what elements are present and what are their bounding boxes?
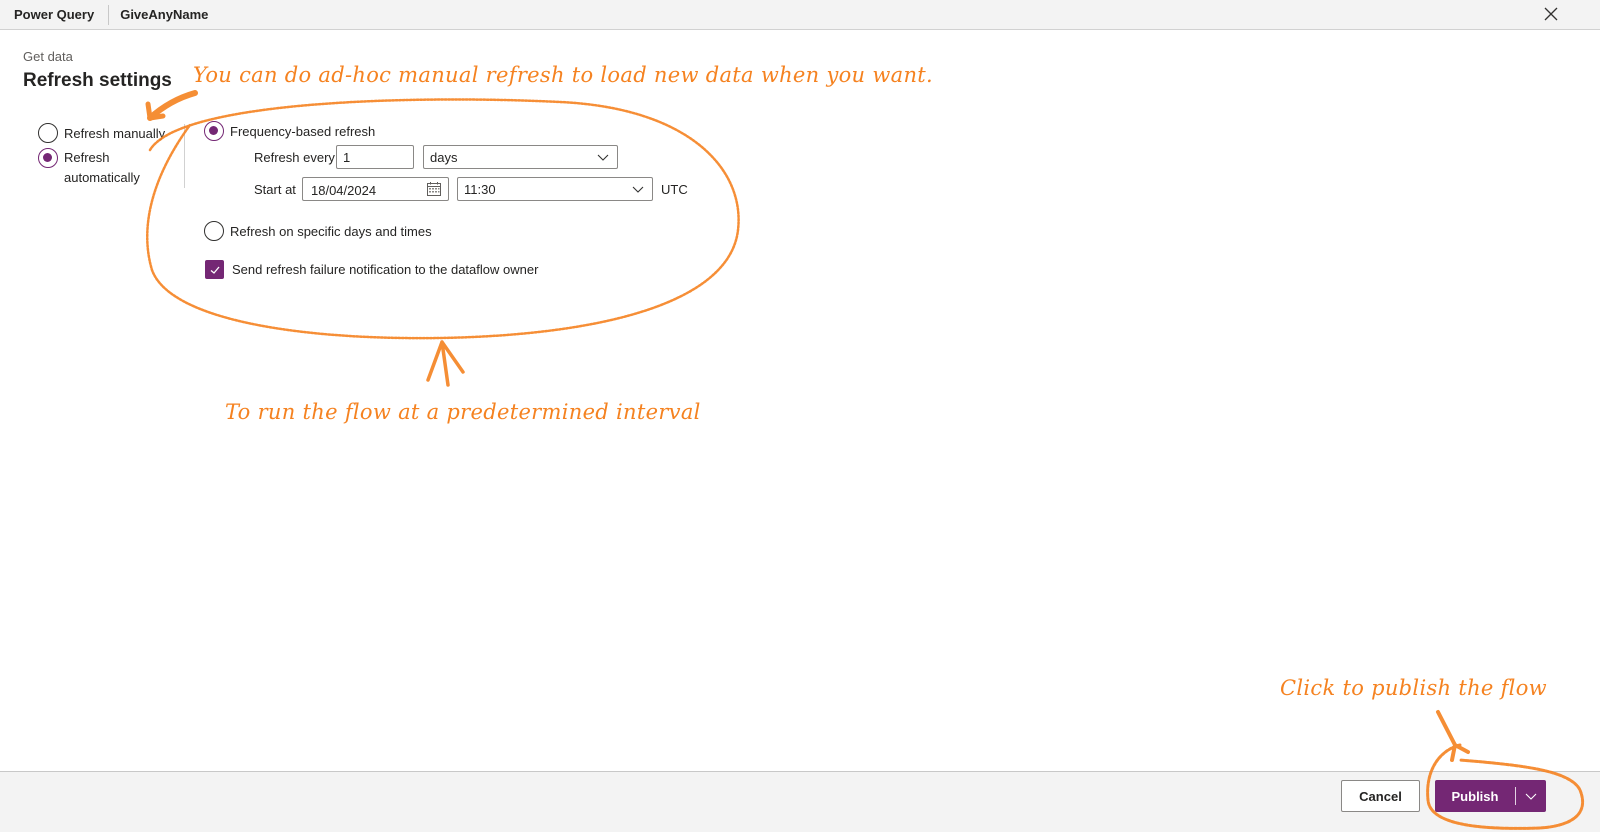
annotation-arrow-manual — [147, 90, 198, 121]
cancel-button[interactable]: Cancel — [1341, 780, 1420, 812]
document-name[interactable]: GiveAnyName — [109, 7, 208, 22]
refresh-automatically-radio[interactable] — [38, 148, 58, 168]
start-time-dropdown[interactable]: 11:30 — [457, 177, 653, 201]
timezone-label: UTC — [661, 181, 688, 197]
start-date-input[interactable]: 18/04/2024 — [302, 177, 449, 201]
refresh-every-value: 1 — [343, 149, 351, 165]
chevron-down-icon — [597, 151, 609, 163]
breadcrumb: Get data — [23, 49, 73, 64]
specific-days-option[interactable]: Refresh on specific days and times — [204, 221, 432, 241]
specific-days-label: Refresh on specific days and times — [230, 223, 432, 239]
vertical-divider — [184, 124, 185, 188]
chevron-down-icon — [632, 183, 644, 195]
start-at-row: Start at 18/04/2024 11:30 UTC — [254, 177, 688, 201]
failure-notification-label: Send refresh failure notification to the… — [232, 262, 539, 277]
frequency-based-label: Frequency-based refresh — [230, 123, 376, 139]
refresh-every-row: Refresh every 1 days — [254, 145, 618, 169]
app-name: Power Query — [14, 7, 95, 22]
annotation-arrow-publish — [1436, 710, 1470, 762]
annotation-manual-note: You can do ad-hoc manual refresh to load… — [193, 63, 933, 87]
frequency-based-option[interactable]: Frequency-based refresh — [204, 121, 375, 141]
annotation-interval-note: To run the flow at a predetermined inter… — [225, 400, 701, 424]
close-icon[interactable] — [1542, 5, 1560, 23]
annotation-arrow-interval — [426, 340, 465, 387]
refresh-manually-label: Refresh manually — [64, 125, 166, 141]
failure-notification-checkbox[interactable] — [205, 260, 224, 279]
publish-options-chevron-icon[interactable] — [1516, 780, 1546, 812]
refresh-unit-dropdown[interactable]: days — [423, 145, 618, 169]
refresh-unit-value: days — [430, 149, 458, 165]
refresh-automatically-label: Refresh automatically — [64, 150, 140, 185]
refresh-manually-option[interactable]: Refresh manually — [38, 123, 165, 143]
start-date-value: 18/04/2024 — [311, 183, 377, 198]
start-time-value: 11:30 — [464, 181, 496, 197]
frequency-based-radio[interactable] — [204, 121, 224, 141]
start-at-label: Start at — [254, 181, 296, 197]
annotation-arrow-manual-head — [145, 101, 166, 121]
refresh-automatically-option[interactable]: Refresh automatically — [38, 148, 154, 188]
refresh-every-label: Refresh every — [254, 149, 335, 165]
split-divider — [1515, 787, 1516, 805]
publish-button[interactable]: Publish — [1435, 789, 1515, 804]
specific-days-radio[interactable] — [204, 221, 224, 241]
calendar-icon[interactable] — [426, 181, 442, 197]
annotation-publish-note: Click to publish the flow — [1280, 676, 1547, 700]
publish-split-button[interactable]: Publish — [1435, 780, 1546, 812]
refresh-manually-radio[interactable] — [38, 123, 58, 143]
refresh-every-input[interactable]: 1 — [336, 145, 414, 169]
checkmark-icon — [210, 266, 219, 274]
page-title: Refresh settings — [23, 70, 172, 91]
top-bar: Power Query GiveAnyName — [0, 0, 1600, 30]
failure-notification-option[interactable]: Send refresh failure notification to the… — [205, 260, 538, 279]
